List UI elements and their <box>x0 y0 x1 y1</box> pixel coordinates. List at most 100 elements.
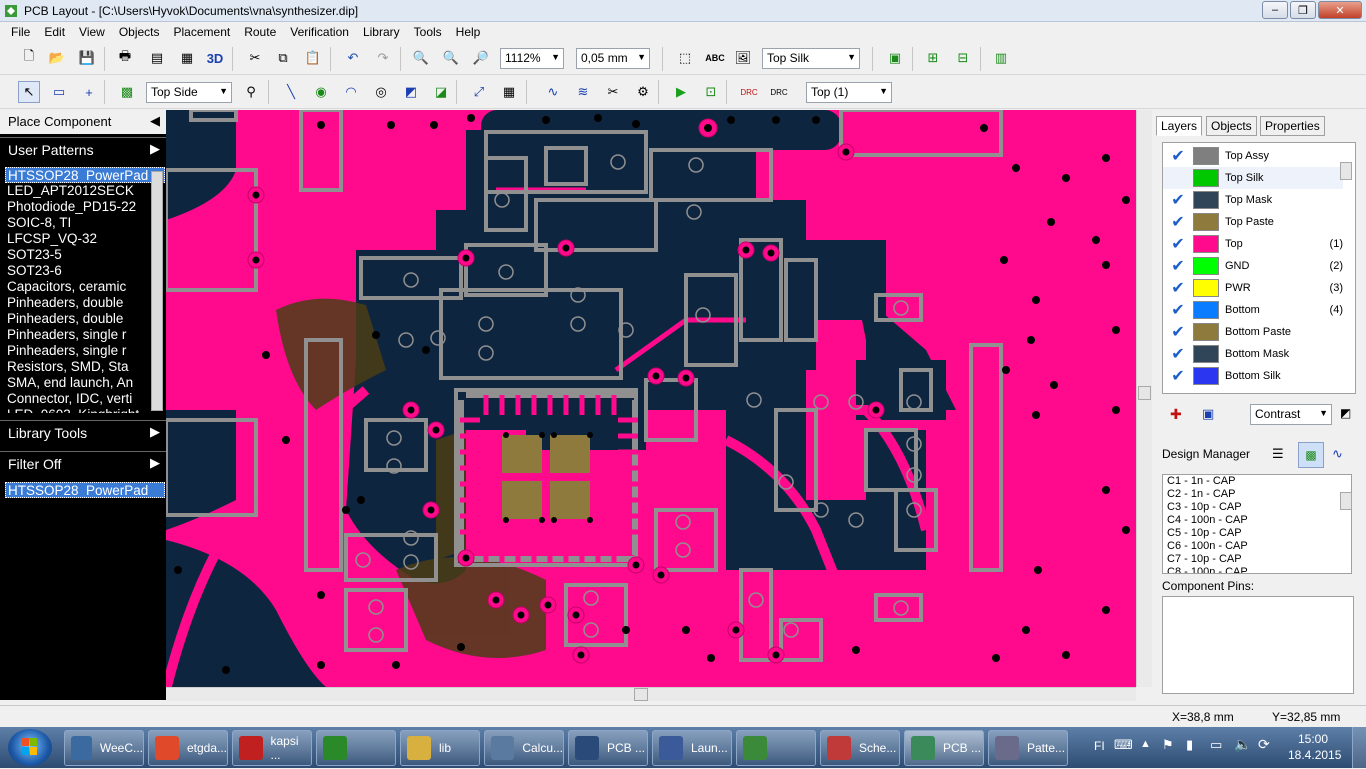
place-component-header[interactable]: Place Component ◀ <box>0 110 166 134</box>
layer-palette-icon[interactable]: ◩ <box>1340 406 1351 420</box>
zoom-in-icon[interactable]: 🔍 <box>410 47 432 69</box>
menu-route[interactable]: Route <box>237 25 283 39</box>
layer-color-swatch[interactable] <box>1193 301 1219 319</box>
layer-color-swatch[interactable] <box>1193 191 1219 209</box>
layer-row[interactable]: ✔ Bottom Mask <box>1163 343 1343 365</box>
layer-visible-checkbox[interactable]: ✔ <box>1163 234 1193 254</box>
component-list-item[interactable]: C7 - 10p - CAP <box>1163 553 1351 566</box>
grid-select[interactable]: 0,05 mm ▼ <box>576 48 650 69</box>
pattern-list-item[interactable]: Photodiode_PD15-22 <box>5 199 165 215</box>
component-list-item[interactable]: C8 - 100n - CAP <box>1163 566 1351 573</box>
selected-pattern-item[interactable]: HTSSOP28_PowerPad <box>5 482 165 498</box>
board-side-select[interactable]: Top Side ▼ <box>146 82 232 103</box>
taskbar-item[interactable]: lib <box>400 730 480 766</box>
volume-icon[interactable]: 🔈 <box>1234 736 1251 753</box>
menu-help[interactable]: Help <box>449 25 488 39</box>
layer-visible-checkbox[interactable]: ✔ <box>1163 278 1193 298</box>
run-autorouter-icon[interactable]: ▶ <box>670 81 692 103</box>
display-icon[interactable]: ▭ <box>1210 737 1222 753</box>
drc-icon[interactable]: DRC <box>738 81 760 103</box>
via-tool-icon[interactable]: ◉ <box>310 81 332 103</box>
tab-layers[interactable]: Layers <box>1156 116 1203 136</box>
pattern-list-item[interactable]: Pinheaders, single r <box>5 327 165 343</box>
component-list-item[interactable]: C4 - 100n - CAP <box>1163 514 1351 527</box>
contrast-select[interactable]: Contrast ▼ <box>1250 404 1332 425</box>
taskbar-item[interactable]: Calcu... <box>484 730 564 766</box>
user-patterns-header[interactable]: User Patterns ▶ <box>0 137 166 161</box>
line-tool-icon[interactable]: ╲ <box>280 81 302 103</box>
layer-row[interactable]: ✔ Bottom (4) <box>1163 299 1343 321</box>
paste-icon[interactable]: 📋 <box>302 47 324 69</box>
layer-row[interactable]: Top Silk <box>1163 167 1343 189</box>
place-component-icon[interactable]: ⬚ <box>674 47 696 69</box>
layer-row[interactable]: ✔ Bottom Paste <box>1163 321 1343 343</box>
ruler-icon[interactable]: ▭ <box>48 81 70 103</box>
copy-icon[interactable]: ⧉ <box>272 47 294 69</box>
print-icon[interactable]: 🖶 <box>114 47 136 69</box>
dm-list-icon[interactable]: ☰ <box>1272 446 1284 462</box>
dm-components-icon[interactable]: ▩ <box>1298 442 1324 468</box>
drc-report-icon[interactable]: DRC <box>768 81 790 103</box>
tab-objects[interactable]: Objects <box>1206 116 1257 136</box>
pattern-list-item[interactable]: SOIC-8, TI <box>5 215 165 231</box>
clock-time[interactable]: 15:00 <box>1298 732 1328 746</box>
pattern-list-item[interactable]: SOT23-6 <box>5 263 165 279</box>
pattern-list-item[interactable]: Connector, IDC, verti <box>5 391 165 407</box>
pattern-list-item[interactable]: Pinheaders, single r <box>5 343 165 359</box>
layer-color-swatch[interactable] <box>1193 367 1219 385</box>
taskbar-item[interactable]: PCB ... <box>904 730 984 766</box>
layers-list[interactable]: ✔ Top Assy Top Silk ✔ Top Mask ✔ Top Paste ✔ Top… <box>1162 142 1356 394</box>
library-tools-header[interactable]: Library Tools ▶ <box>0 420 166 444</box>
network-icon[interactable]: ▮ <box>1186 737 1193 753</box>
taskbar-item[interactable] <box>316 730 396 766</box>
layer-visible-checkbox[interactable]: ✔ <box>1163 146 1193 166</box>
layer-color-swatch[interactable] <box>1193 279 1219 297</box>
component-icon[interactable]: ▩ <box>116 81 138 103</box>
layer-visible-checkbox[interactable]: ✔ <box>1163 344 1193 364</box>
layer-color-swatch[interactable] <box>1193 213 1219 231</box>
pattern-list-item[interactable]: SMA, end launch, An <box>5 375 165 391</box>
pattern-list-item[interactable]: SOT23-5 <box>5 247 165 263</box>
layer-visible-checkbox[interactable]: ✔ <box>1163 212 1193 232</box>
layer-row[interactable]: ✔ Top (1) <box>1163 233 1343 255</box>
layer-color-swatch[interactable] <box>1193 169 1219 187</box>
layer-row[interactable]: ✔ Top Assy <box>1163 145 1343 167</box>
pattern-list-item[interactable]: Resistors, SMD, Sta <box>5 359 165 375</box>
route-diff-icon[interactable]: ≋ <box>572 81 594 103</box>
dm-nets-icon[interactable]: ∿ <box>1332 446 1343 462</box>
save-icon[interactable]: 💾 <box>76 47 98 69</box>
component-list-item[interactable]: C3 - 10p - CAP <box>1163 501 1351 514</box>
zoom-fit-icon[interactable]: 🔎 <box>470 47 492 69</box>
layer-row[interactable]: ✔ PWR (3) <box>1163 277 1343 299</box>
component-list-item[interactable]: C6 - 100n - CAP <box>1163 540 1351 553</box>
collapse-icon[interactable]: ◀ <box>150 113 160 129</box>
layers-scrollbar-thumb[interactable] <box>1340 162 1352 180</box>
zoom-select[interactable]: 1112% ▼ <box>500 48 564 69</box>
redo-icon[interactable]: ↷ <box>372 47 394 69</box>
layer-row[interactable]: ✔ Bottom Silk <box>1163 365 1343 387</box>
clock-date[interactable]: 18.4.2015 <box>1288 748 1341 762</box>
find-binoculars-icon[interactable]: ⚲ <box>240 81 262 103</box>
menu-placement[interactable]: Placement <box>167 25 238 39</box>
menu-tools[interactable]: Tools <box>407 25 449 39</box>
pcb-canvas[interactable] <box>166 110 1136 687</box>
board-settings-icon[interactable]: ▥ <box>990 47 1012 69</box>
polygon-tool-icon[interactable]: ◩ <box>400 81 422 103</box>
layer-color-swatch[interactable] <box>1193 147 1219 165</box>
minimize-button[interactable]: ‒ <box>1262 1 1288 19</box>
pattern-list-item[interactable]: Pinheaders, double <box>5 311 165 327</box>
canvas-vertical-scrollbar[interactable] <box>1136 110 1152 687</box>
route-layer-select[interactable]: Top (1) ▼ <box>806 82 892 103</box>
component-list-item[interactable]: C2 - 1n - CAP <box>1163 488 1351 501</box>
taskbar-item[interactable]: WeeC... <box>64 730 144 766</box>
pattern-list-item[interactable]: LFCSP_VQ-32 <box>5 231 165 247</box>
taskbar-item[interactable]: kapsi ... <box>232 730 312 766</box>
pad-tool-icon[interactable]: ◎ <box>370 81 392 103</box>
cut-icon[interactable]: ✂ <box>244 47 266 69</box>
layer-row[interactable]: ✔ Top Paste <box>1163 211 1343 233</box>
print-preview-icon[interactable]: ▤ <box>146 47 168 69</box>
pattern-list-item[interactable]: HTSSOP28_PowerPad <box>5 167 165 183</box>
layer-visible-checkbox[interactable]: ✔ <box>1163 322 1193 342</box>
menu-verification[interactable]: Verification <box>283 25 356 39</box>
vertical-scroll-thumb[interactable] <box>1138 386 1151 400</box>
